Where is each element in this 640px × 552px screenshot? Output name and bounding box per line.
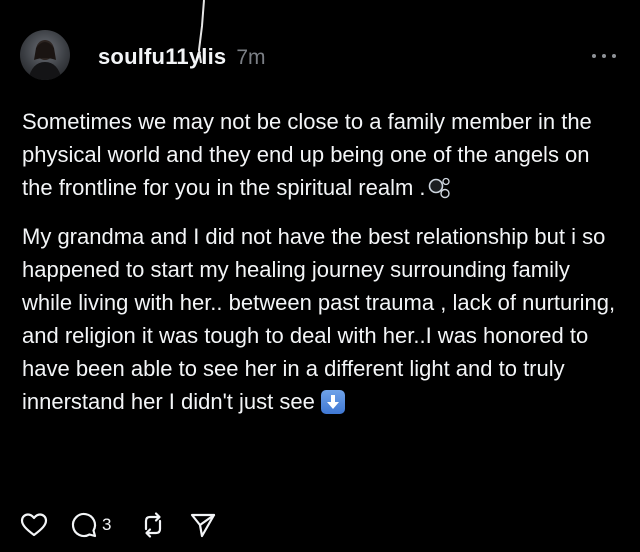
post-actions: 3 — [20, 510, 239, 540]
more-options-icon[interactable] — [592, 50, 616, 62]
thread-post: soulfu11ylis 7m Sometimes we may not be … — [0, 0, 640, 552]
share-button[interactable] — [189, 511, 217, 539]
repost-icon — [145, 512, 162, 538]
down-arrow-emoji — [320, 390, 345, 414]
post-body: Sometimes we may not be close to a famil… — [22, 105, 622, 434]
comment-button[interactable]: 3 — [70, 511, 117, 539]
avatar[interactable] — [20, 30, 70, 80]
comment-icon — [71, 512, 97, 538]
send-icon — [191, 513, 216, 538]
bubbles-emoji — [428, 175, 452, 199]
post-paragraph: My grandma and I did not have the best r… — [22, 224, 616, 414]
post-paragraph: Sometimes we may not be close to a famil… — [22, 109, 592, 200]
repost-button[interactable] — [139, 511, 167, 539]
timestamp: 7m — [236, 46, 266, 69]
username[interactable]: soulfu11ylis — [98, 44, 226, 70]
comment-count: 3 — [102, 515, 112, 534]
heart-icon — [20, 513, 48, 537]
like-button[interactable] — [20, 512, 48, 538]
post-header: soulfu11ylis 7m — [98, 44, 266, 74]
